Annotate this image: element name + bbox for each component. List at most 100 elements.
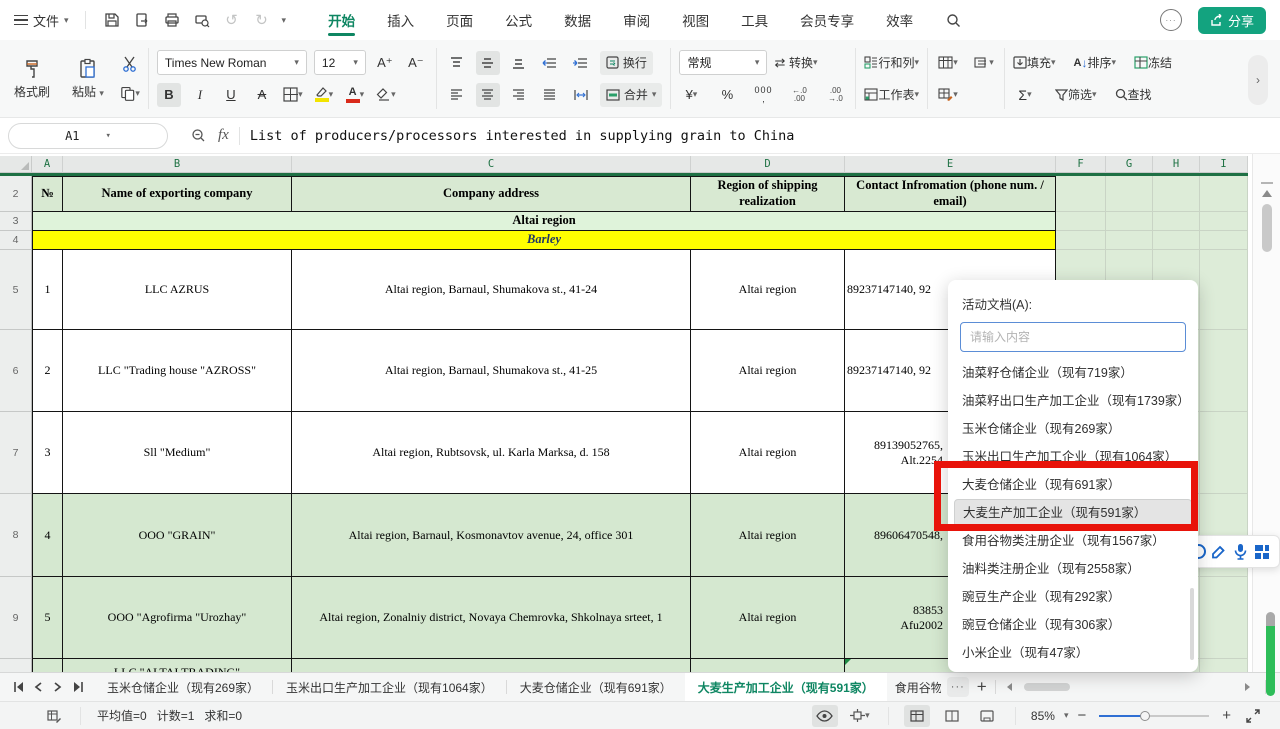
- roaming-view-button[interactable]: ▾: [847, 705, 873, 727]
- scroll-position-indicator[interactable]: [1266, 626, 1275, 696]
- cell[interactable]: Altai region, Zonalniy district, Novaya …: [292, 577, 691, 659]
- row-header-8[interactable]: 8: [0, 494, 32, 577]
- row-header-4[interactable]: 4: [0, 231, 32, 250]
- cell[interactable]: 2: [32, 330, 63, 412]
- cell[interactable]: Altai region: [691, 577, 845, 659]
- cell[interactable]: [1056, 176, 1106, 212]
- table-style-button[interactable]: ▾: [936, 51, 960, 75]
- paste-button[interactable]: 粘贴 ▾: [66, 58, 110, 100]
- tab-insert[interactable]: 插入: [371, 0, 430, 40]
- row-header-5[interactable]: 5: [0, 250, 32, 330]
- macro-record-icon[interactable]: [44, 706, 64, 726]
- cell[interactable]: Altai region, Barnaul, Shumakova st., 41…: [292, 250, 691, 330]
- scroll-up-arrow[interactable]: [1262, 190, 1272, 197]
- cell[interactable]: Company address: [292, 176, 691, 212]
- zoom-out-button[interactable]: −: [1077, 707, 1086, 724]
- align-left-icon[interactable]: [445, 83, 469, 107]
- zoom-in-button[interactable]: +: [1222, 707, 1231, 724]
- tab-data[interactable]: 数据: [548, 0, 607, 40]
- row-header-7[interactable]: 7: [0, 412, 32, 494]
- cell[interactable]: Altai region: [691, 494, 845, 577]
- cell[interactable]: [1200, 212, 1248, 231]
- row-header-10[interactable]: [0, 659, 32, 672]
- sort-button[interactable]: A↓排序▾: [1074, 51, 1117, 75]
- list-item[interactable]: 油菜籽仓储企业（现有719家）: [948, 359, 1198, 387]
- zoom-slider-knob[interactable]: [1140, 711, 1150, 721]
- cell[interactable]: [1153, 212, 1200, 231]
- tab-formula[interactable]: 公式: [489, 0, 548, 40]
- cell[interactable]: LLC AZRUS: [63, 250, 292, 330]
- cell[interactable]: 5: [32, 577, 63, 659]
- convert-button[interactable]: ⇄ 转换▾: [774, 51, 817, 75]
- formula-input[interactable]: List of producers/processors interested …: [250, 128, 795, 144]
- worksheet-button[interactable]: 工作表▾: [864, 83, 919, 107]
- thousands-separator-button[interactable]: 000,: [751, 83, 775, 107]
- cell[interactable]: [1200, 250, 1248, 330]
- undo-icon[interactable]: ↺: [222, 10, 242, 30]
- print-preview-icon[interactable]: [192, 10, 212, 30]
- freeze-panes-button[interactable]: 冻结: [1134, 51, 1172, 75]
- row-header-6[interactable]: 6: [0, 330, 32, 412]
- zoom-formula-icon[interactable]: [188, 126, 208, 146]
- sheet-tab[interactable]: 食用谷物: [887, 673, 941, 702]
- bold-button[interactable]: B: [157, 83, 181, 107]
- cell[interactable]: [1106, 176, 1153, 212]
- justify-icon[interactable]: [538, 83, 562, 107]
- list-item[interactable]: 豌豆仓储企业（现有306家）: [948, 611, 1198, 639]
- row-header-9[interactable]: 9: [0, 577, 32, 659]
- redo-icon[interactable]: ↻: [252, 10, 272, 30]
- font-name-select[interactable]: Times New Roman▾: [157, 50, 307, 75]
- decrease-indent-icon[interactable]: [538, 51, 562, 75]
- list-item[interactable]: 玉米仓储企业（现有269家）: [948, 415, 1198, 443]
- cell[interactable]: [292, 659, 691, 672]
- cell[interactable]: [1200, 330, 1248, 412]
- ribbon-expand-button[interactable]: ›: [1248, 55, 1268, 105]
- eye-preview-button[interactable]: [812, 705, 838, 727]
- cell[interactable]: 1: [32, 250, 63, 330]
- prev-sheet-icon[interactable]: [30, 677, 46, 697]
- percent-button[interactable]: %: [715, 83, 739, 107]
- fullscreen-button[interactable]: [1240, 705, 1266, 727]
- tab-home[interactable]: 开始: [312, 0, 371, 40]
- sheet-tab[interactable]: 玉米出口生产加工企业（现有1064家）: [273, 673, 506, 702]
- cell[interactable]: Altai region, Barnaul, Kosmonavtov avenu…: [292, 494, 691, 577]
- currency-button[interactable]: ¥▾: [679, 83, 703, 107]
- tab-scroll-left-icon[interactable]: [1000, 677, 1020, 697]
- page-layout-view-button[interactable]: [974, 705, 1000, 727]
- cut-icon[interactable]: [120, 54, 140, 74]
- assistant-icon[interactable]: ···: [1160, 9, 1182, 31]
- sum-button[interactable]: Σ▾: [1013, 83, 1037, 107]
- sheet-tab[interactable]: 玉米仓储企业（现有269家）: [94, 673, 272, 702]
- sheet-tab-active[interactable]: 大麦生产加工企业（现有591家）: [685, 673, 887, 702]
- last-sheet-icon[interactable]: [70, 677, 86, 697]
- increase-decimal-button[interactable]: ←.0.00: [787, 83, 811, 107]
- strikethrough-button[interactable]: A: [250, 83, 274, 107]
- region-section-cell[interactable]: Altai region: [32, 212, 1056, 231]
- format-painter-button[interactable]: 格式刷: [8, 58, 56, 100]
- fill-button[interactable]: 填充▾: [1013, 51, 1056, 75]
- export-icon[interactable]: [132, 10, 152, 30]
- increase-font-button[interactable]: A⁺: [373, 51, 397, 75]
- list-item[interactable]: 油菜籽出口生产加工企业（现有1739家）: [948, 387, 1198, 415]
- quick-access-chevron-icon[interactable]: ▾: [282, 15, 287, 26]
- cell[interactable]: Contact Infromation (phone num. / email): [845, 176, 1056, 212]
- cell[interactable]: [1200, 176, 1248, 212]
- cell[interactable]: OOO "Agrofirma "Urozhay": [63, 577, 292, 659]
- add-sheet-button[interactable]: +: [977, 677, 987, 697]
- align-right-icon[interactable]: [507, 83, 531, 107]
- cell[interactable]: [1200, 577, 1248, 659]
- list-item[interactable]: 小米企业（现有47家）: [948, 639, 1198, 667]
- vertical-scrollbar[interactable]: [1252, 154, 1280, 672]
- underline-button[interactable]: U: [219, 83, 243, 107]
- fx-icon[interactable]: fx: [218, 127, 229, 144]
- cell[interactable]: Altai region, Rubtsovsk, ul. Karla Marks…: [292, 412, 691, 494]
- cell[interactable]: [691, 659, 845, 672]
- italic-button[interactable]: I: [188, 83, 212, 107]
- align-middle-icon[interactable]: [476, 51, 500, 75]
- align-top-icon[interactable]: [445, 51, 469, 75]
- decrease-decimal-button[interactable]: .00→.0: [823, 83, 847, 107]
- popup-scrollbar-thumb[interactable]: [1190, 588, 1194, 660]
- column-header-a[interactable]: A: [32, 156, 63, 173]
- column-header-c[interactable]: C: [292, 156, 691, 173]
- highlight-color-button[interactable]: ▾: [312, 83, 336, 107]
